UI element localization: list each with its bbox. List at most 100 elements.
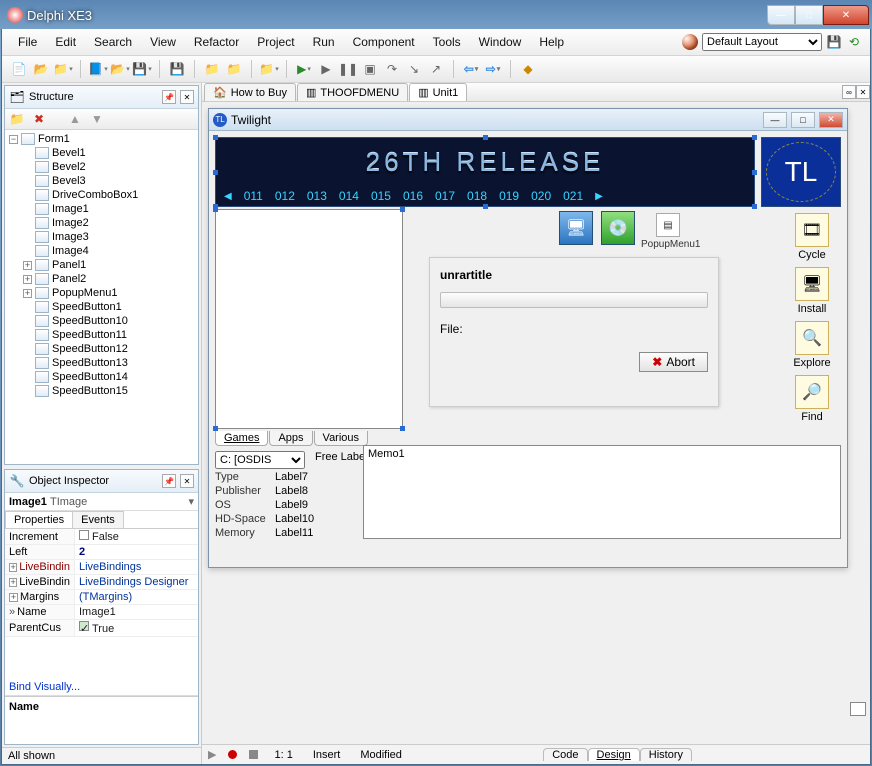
tab-history[interactable]: History	[640, 748, 692, 761]
tree-node[interactable]: +PopupMenu1	[23, 286, 194, 300]
property-value[interactable]: LiveBindings Designer	[75, 575, 198, 589]
speed-find[interactable]: 🔎Find	[790, 375, 834, 423]
property-row[interactable]: ParentCus✓True	[5, 620, 198, 637]
restore-layout-icon[interactable]: ⟲	[846, 34, 862, 50]
tree-node[interactable]: Image1	[23, 202, 194, 216]
tab-unit1[interactable]: ▥ Unit1	[409, 83, 467, 101]
tabs-close-icon[interactable]: ✕	[856, 85, 870, 99]
property-row[interactable]: »NameImage1	[5, 605, 198, 620]
collapse-icon[interactable]: −	[9, 135, 18, 144]
expand-icon[interactable]: +	[9, 593, 18, 602]
record-macro-icon[interactable]	[228, 750, 237, 759]
property-value[interactable]: False	[75, 529, 198, 544]
panel-close-icon[interactable]: ✕	[180, 90, 194, 104]
pause-icon[interactable]: ❚❚	[339, 60, 357, 78]
form-min-button[interactable]: —	[763, 112, 787, 128]
menu-component[interactable]: Component	[345, 33, 423, 51]
property-row[interactable]: +Margins(TMargins)	[5, 590, 198, 605]
run-icon[interactable]: ▶▾	[295, 60, 313, 78]
folder2-icon[interactable]: 📁	[225, 60, 243, 78]
menu-project[interactable]: Project	[249, 33, 302, 51]
new-icon[interactable]: 📄	[10, 60, 28, 78]
prev-icon[interactable]: ◀	[224, 191, 232, 202]
tree-node[interactable]: SpeedButton14	[23, 370, 194, 384]
form-close-button[interactable]: ✕	[819, 112, 843, 128]
menu-run[interactable]: Run	[305, 33, 343, 51]
bind-visually-link[interactable]: Bind Visually...	[5, 679, 198, 696]
tree-node[interactable]: +Panel2	[23, 272, 194, 286]
next-icon[interactable]: ▶	[595, 191, 603, 202]
tree-node[interactable]: SpeedButton11	[23, 328, 194, 342]
property-value[interactable]: Image1	[75, 605, 198, 619]
step-into-icon[interactable]: ↘	[405, 60, 423, 78]
stop-macro-icon[interactable]	[249, 750, 258, 759]
drive-combo[interactable]: C: [OSDIS	[215, 451, 305, 469]
designed-form[interactable]: TL Twilight — □ ✕ 26TH RELEASE ◀	[208, 108, 848, 568]
tree-node[interactable]: Image2	[23, 216, 194, 230]
menu-edit[interactable]: Edit	[47, 33, 84, 51]
minimize-button[interactable]: —	[767, 5, 795, 25]
tree-node[interactable]: SpeedButton1	[23, 300, 194, 314]
property-value[interactable]: 2	[75, 545, 198, 559]
property-grid[interactable]: IncrementFalseLeft2+LiveBindinLiveBindin…	[5, 529, 198, 679]
property-row[interactable]: +LiveBindinLiveBindings	[5, 560, 198, 575]
speed-install[interactable]: 🖥Install	[790, 267, 834, 315]
dropdown-icon[interactable]: ▾	[188, 495, 194, 508]
chevron-right-icon[interactable]: ▶	[208, 748, 216, 761]
abort-button[interactable]: ✖ Abort	[639, 352, 708, 372]
open-icon[interactable]: 📂	[32, 60, 50, 78]
save-icon[interactable]: 💾▾	[133, 60, 151, 78]
step-out-icon[interactable]: ↗	[427, 60, 445, 78]
titlebar[interactable]: Delphi XE3 — □ ✕	[1, 1, 871, 29]
pin-icon[interactable]: 📌	[162, 474, 176, 488]
tree-node[interactable]: DriveComboBox1	[23, 188, 194, 202]
cd-icon[interactable]: 💿	[601, 211, 635, 245]
expand-icon[interactable]: +	[9, 563, 17, 572]
form-designer[interactable]: TL Twilight — □ ✕ 26TH RELEASE ◀	[202, 102, 870, 744]
tab-how-to-buy[interactable]: 🏠 How to Buy	[204, 83, 296, 101]
pin-icon[interactable]: 📌	[162, 90, 176, 104]
designed-form-titlebar[interactable]: TL Twilight — □ ✕	[209, 109, 847, 131]
tree-node[interactable]: SpeedButton13	[23, 356, 194, 370]
speed-explore[interactable]: 🔍Explore	[790, 321, 834, 369]
tab-thoofmenu[interactable]: ▥ THOOFDMENU	[297, 83, 408, 101]
property-row[interactable]: Left2	[5, 545, 198, 560]
menu-tools[interactable]: Tools	[425, 33, 469, 51]
tree-node[interactable]: SpeedButton12	[23, 342, 194, 356]
property-row[interactable]: +LiveBindinLiveBindings Designer	[5, 575, 198, 590]
menu-window[interactable]: Window	[471, 33, 530, 51]
menu-refactor[interactable]: Refactor	[186, 33, 247, 51]
tab-apps[interactable]: Apps	[269, 431, 312, 446]
new-item-icon[interactable]: 📘▾	[89, 60, 107, 78]
property-row[interactable]: IncrementFalse	[5, 529, 198, 545]
panel-close-icon[interactable]: ✕	[180, 474, 194, 488]
property-value[interactable]: ✓True	[75, 620, 198, 636]
speed-cycle[interactable]: 🎞Cycle	[790, 213, 834, 261]
expand-icon[interactable]: +	[23, 261, 32, 270]
property-value[interactable]: LiveBindings	[75, 560, 198, 574]
tab-events[interactable]: Events	[72, 511, 124, 528]
checkbox-icon[interactable]: ✓	[79, 621, 89, 631]
tab-design[interactable]: Design	[588, 748, 640, 761]
tree-node[interactable]: Image4	[23, 244, 194, 258]
checkbox-icon[interactable]	[79, 530, 89, 540]
stop-icon[interactable]: ▣	[361, 60, 379, 78]
infinity-icon[interactable]: ∞	[842, 85, 856, 99]
tab-properties[interactable]: Properties	[5, 511, 73, 528]
expand-icon[interactable]: +	[23, 289, 32, 298]
folder-icon[interactable]: 📁	[203, 60, 221, 78]
menu-view[interactable]: View	[142, 33, 184, 51]
menu-search[interactable]: Search	[86, 33, 140, 51]
delete-icon[interactable]: ✖	[31, 111, 47, 127]
computer-icon[interactable]: 🖥	[559, 211, 593, 245]
close-button[interactable]: ✕	[823, 5, 869, 25]
listbox[interactable]	[215, 209, 403, 429]
tree-node[interactable]: Bevel1	[23, 146, 194, 160]
open-file-icon[interactable]: 📂▾	[111, 60, 129, 78]
expand-icon[interactable]: +	[23, 275, 32, 284]
nav-back-icon[interactable]: ⇦▾	[462, 60, 480, 78]
folder-icon[interactable]: 📁	[9, 111, 25, 127]
popup-menu-component[interactable]: ▤ PopupMenu1	[641, 213, 695, 250]
tree-node[interactable]: Bevel3	[23, 174, 194, 188]
tree-node[interactable]: +Panel1	[23, 258, 194, 272]
